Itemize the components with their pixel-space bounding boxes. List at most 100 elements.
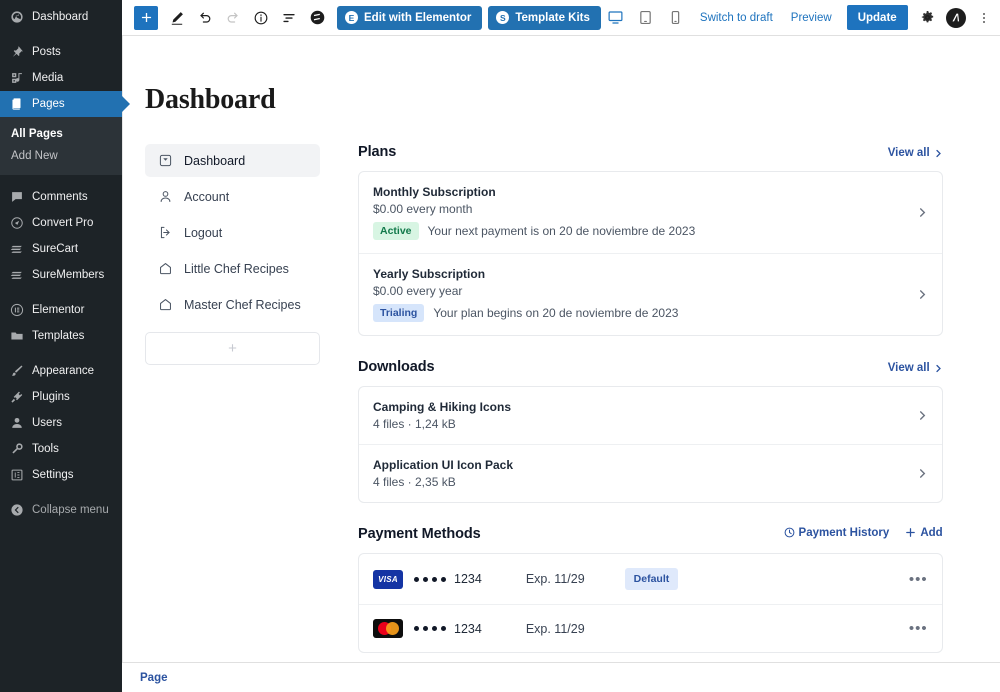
sidebar-item-label: Appearance [32,365,95,377]
add-nav-item-button[interactable]: + [145,332,320,365]
tools-icon [9,442,24,457]
dashboard-nav-label: Dashboard [184,153,246,168]
desktop-icon[interactable] [601,4,631,32]
kebab-menu-icon[interactable] [970,4,998,32]
sidebar-item-tools[interactable]: Tools [0,436,122,462]
home-icon [157,261,173,277]
elementor-icon [9,303,24,318]
download-info: Application UI Icon Pack 4 files · 2,35 … [373,458,907,489]
surecart-icon [9,242,24,257]
sidebar-item-templates[interactable]: Templates [0,323,122,349]
sidebar-item-plugins[interactable]: Plugins [0,384,122,410]
dashboard-nav-item-little-chef-recipes[interactable]: Little Chef Recipes [145,252,320,285]
wp-admin-sidebar: Dashboard Posts Media Pages All Pages Ad… [0,0,122,692]
payment-methods-actions: Payment History Add [784,527,943,539]
sidebar-item-media[interactable]: Media [0,65,122,91]
edit-with-elementor-button[interactable]: E Edit with Elementor [337,5,483,30]
list-view-icon[interactable] [275,4,303,32]
visa-icon: VISA [373,569,403,589]
download-name: Camping & Hiking Icons [373,400,512,414]
sidebar-item-appearance[interactable]: Appearance [0,358,122,384]
downloads-view-all-link[interactable]: View all [888,362,943,374]
plan-row[interactable]: Yearly Subscription $0.00 every year Tri… [359,254,942,335]
preview-button[interactable]: Preview [782,12,841,24]
switch-to-draft-button[interactable]: Switch to draft [691,12,782,24]
add-payment-method-link[interactable]: Add [905,527,943,539]
sidebar-item-collapse-menu[interactable]: Collapse menu [0,497,122,523]
sidebar-item-users[interactable]: Users [0,410,122,436]
elementor-badge-icon: E [345,11,358,24]
card-expiry: Exp. 11/29 [525,621,585,636]
home-icon [157,297,173,313]
edit-with-elementor-label: Edit with Elementor [364,11,472,24]
downloads-card: Camping & Hiking Icons 4 files · 1,24 kB… [358,386,943,503]
clock-icon [784,527,794,538]
sidebar-subitem-all-pages[interactable]: All Pages [0,123,122,145]
sidebar-item-label: Tools [32,443,59,455]
payment-methods-header: Payment Methods Payment History Add [358,526,943,542]
media-icon [9,71,24,86]
elementor-logo-icon[interactable] [303,4,331,32]
plans-view-all-label: View all [887,147,930,159]
dashboard-nav-label: Account [184,189,230,204]
plan-info: Monthly Subscription $0.00 every month A… [373,185,907,240]
sidebar-item-posts[interactable]: Posts [0,39,122,65]
status-badge: Active [373,222,419,240]
chevron-right-icon [936,149,941,157]
undo-icon[interactable] [191,4,219,32]
editor-main: E Edit with Elementor S Template Kits Sw… [122,0,1000,692]
dashboard-nav-item-account[interactable]: Account [145,180,320,213]
dashboard-nav-item-dashboard[interactable]: Dashboard [145,144,320,177]
appearance-icon [9,364,24,379]
edit-pencil-icon[interactable] [163,4,191,32]
chevron-right-icon [917,289,928,300]
dashboard-nav-label: Master Chef Recipes [184,297,301,312]
sidebar-divider [0,288,122,297]
downloads-section: Downloads View all Camping & Hiking Icon… [358,359,943,503]
card-mask [414,576,446,582]
download-meta: 4 files · 1,24 kB [373,417,456,431]
sidebar-item-pages[interactable]: Pages [0,91,122,117]
plan-price: $0.00 every month [373,202,473,216]
plan-name: Monthly Subscription [373,185,496,199]
gear-icon[interactable] [914,4,942,32]
sidebar-item-convert-pro[interactable]: Convert Pro [0,210,122,236]
add-block-button[interactable] [134,5,158,30]
sidebar-subitem-add-new[interactable]: Add New [0,145,122,167]
download-row[interactable]: Camping & Hiking Icons 4 files · 1,24 kB [359,387,942,445]
plans-view-all-link[interactable]: View all [888,147,943,159]
update-button[interactable]: Update [846,5,908,30]
mobile-icon[interactable] [661,4,691,32]
sidebar-item-elementor[interactable]: Elementor [0,297,122,323]
download-row[interactable]: Application UI Icon Pack 4 files · 2,35 … [359,445,942,502]
payment-history-link[interactable]: Payment History [784,527,889,539]
payment-method-options-icon[interactable]: ••• [899,571,928,588]
default-badge: Default [624,568,679,590]
info-icon[interactable] [247,4,275,32]
logout-icon [157,225,173,241]
plus-icon [906,528,916,537]
plan-row[interactable]: Monthly Subscription $0.00 every month A… [359,172,942,254]
plans-section: Plans View all Monthly Subscription $0.0… [358,144,943,336]
editor-toolbar: E Edit with Elementor S Template Kits Sw… [122,0,1000,36]
payment-methods-section: Payment Methods Payment History Add VISA… [358,526,943,653]
sidebar-item-comments[interactable]: Comments [0,184,122,210]
plans-card: Monthly Subscription $0.00 every month A… [358,171,943,336]
sidebar-item-dashboard[interactable]: Dashboard [0,4,122,30]
template-kits-button[interactable]: S Template Kits [488,5,601,30]
sidebar-item-settings[interactable]: Settings [0,462,122,488]
astra-avatar-icon[interactable] [945,7,966,28]
sidebar-divider [0,30,122,39]
dashboard-nav-item-logout[interactable]: Logout [145,216,320,249]
dashboard-nav-item-master-chef-recipes[interactable]: Master Chef Recipes [145,288,320,321]
tablet-icon[interactable] [631,4,661,32]
chevron-right-icon [917,468,928,479]
sidebar-item-surecart[interactable]: SureCart [0,236,122,262]
payment-method-options-icon[interactable]: ••• [899,620,928,637]
plan-note: Your plan begins on 20 de noviembre de 2… [433,306,679,320]
payment-method-row[interactable]: VISA 1234 Exp. 11/29 Default ••• [359,554,942,605]
breadcrumb[interactable]: Page [140,672,168,684]
inbox-icon [157,153,173,169]
payment-method-row[interactable]: 1234 Exp. 11/29 ••• [359,605,942,652]
sidebar-item-suremembers[interactable]: SureMembers [0,262,122,288]
